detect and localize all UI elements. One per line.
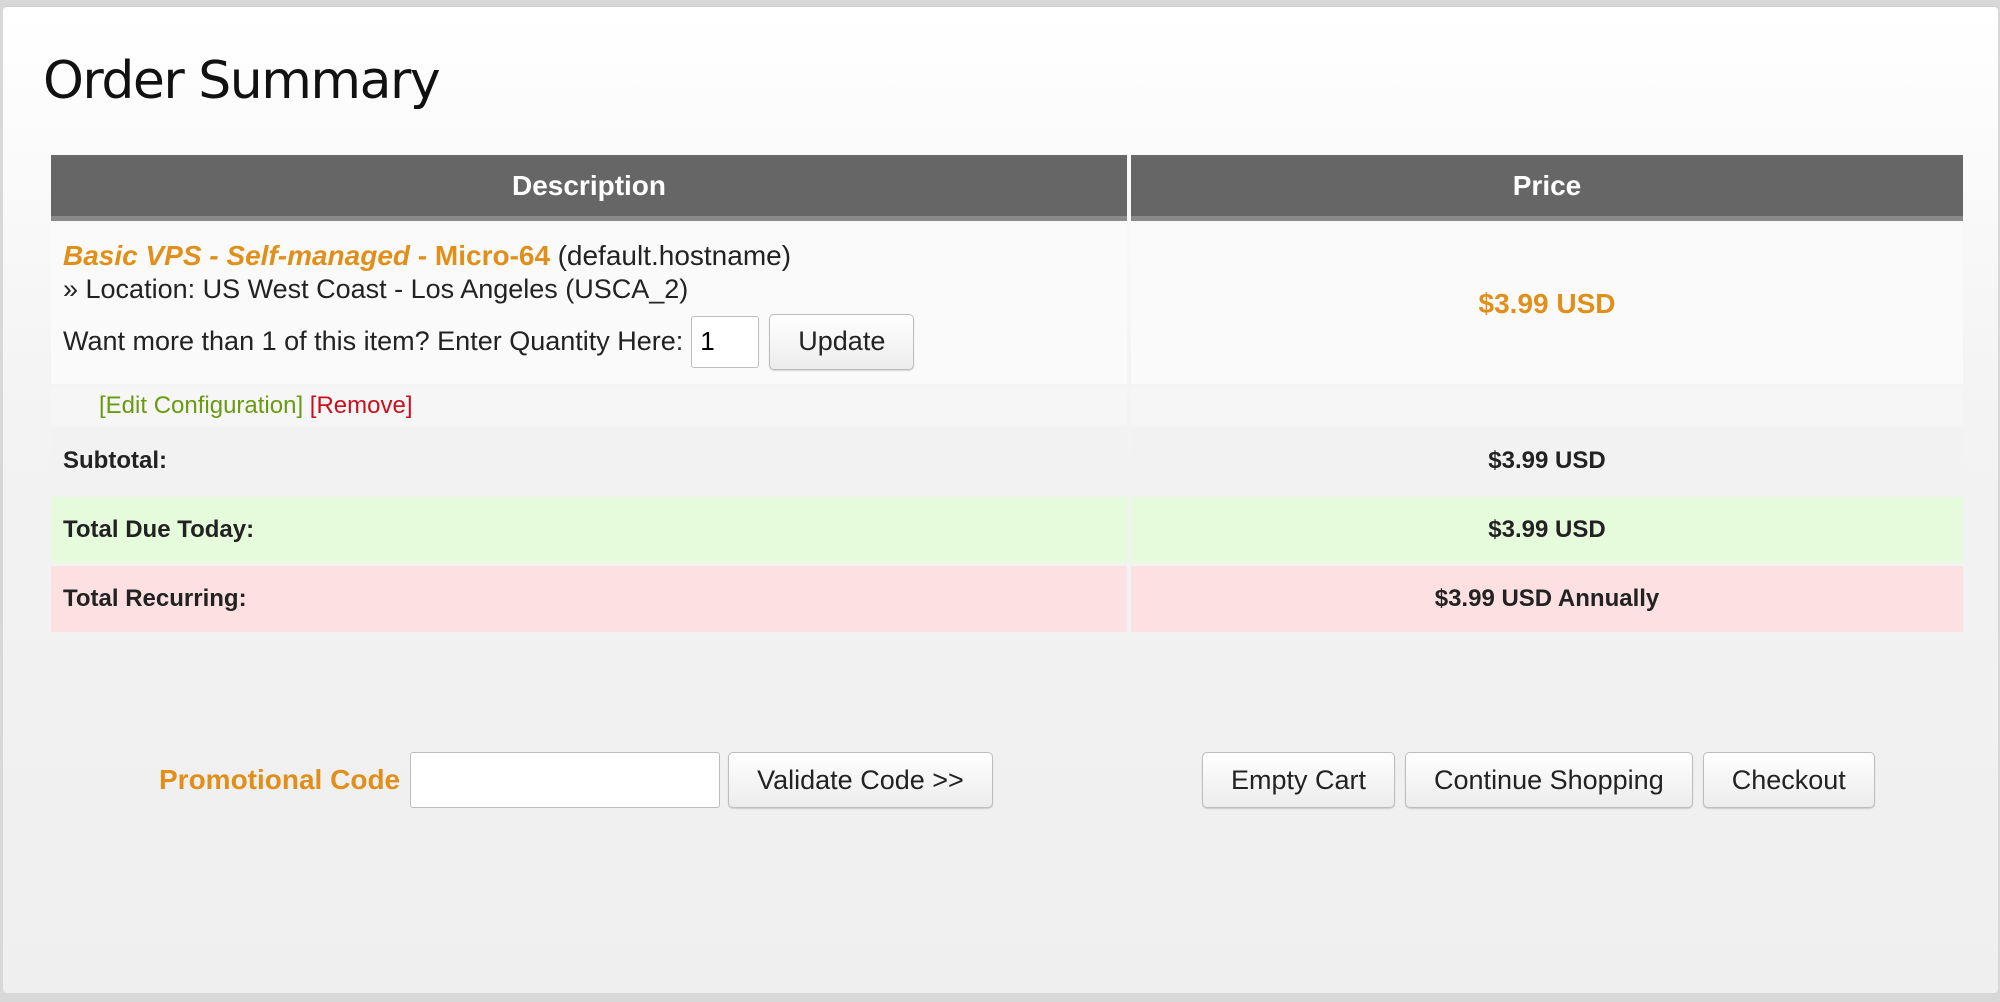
cart-action-buttons: Empty Cart Continue Shopping Checkout [1202,752,1875,808]
product-name-part2: Micro-64 [434,239,551,271]
promo-code-label: Promotional Code [159,764,401,795]
hostname: (default.hostname) [557,239,792,271]
total-due-label: Total Due Today: [51,497,1127,563]
item-actions-cell: [Edit Configuration] [Remove] [51,387,1127,425]
empty-actions-cell [1131,387,1963,425]
product-name-part1: Basic VPS - Self-managed [63,239,411,271]
table-row-total-recurring: Total Recurring: $3.99 USD Annually [51,566,1963,632]
product-name: Basic VPS - Self-managed - Micro-64 [63,240,550,271]
edit-configuration-link[interactable]: [Edit Configuration] [99,392,303,419]
total-due-value: $3.99 USD [1131,497,1963,563]
quantity-input[interactable] [691,315,760,368]
empty-cart-button[interactable]: Empty Cart [1202,752,1396,808]
page-title: Order Summary [43,51,441,111]
item-price-cell: $3.99 USD [1131,224,1963,384]
continue-shopping-button[interactable]: Continue Shopping [1405,752,1693,808]
table-row-total-due: Total Due Today: $3.99 USD [51,497,1963,563]
subtotal-value: $3.99 USD [1131,428,1963,494]
table-row-item: Basic VPS - Self-managed - Micro-64 (def… [51,224,1963,384]
validate-code-button[interactable]: Validate Code >> [728,752,993,808]
subtotal-label: Subtotal: [51,428,1127,494]
order-summary-panel: Order Summary Description Price Basic VP… [3,6,1998,993]
quantity-prompt: Want more than 1 of this item? Enter Qua… [63,326,684,356]
item-description-cell: Basic VPS - Self-managed - Micro-64 (def… [51,224,1127,384]
total-recurring-value: $3.99 USD Annually [1131,566,1963,632]
promo-code-area: Promotional Code Validate Code >> [159,752,993,808]
promo-code-input[interactable] [410,752,721,808]
total-recurring-label: Total Recurring: [51,566,1127,632]
item-price: $3.99 USD [1478,288,1616,319]
location-line: » Location: US West Coast - Los Angeles … [63,273,689,304]
table-row-subtotal: Subtotal: $3.99 USD [51,428,1963,494]
table-row-actions: [Edit Configuration] [Remove] [51,387,1963,425]
checkout-button[interactable]: Checkout [1702,752,1875,808]
order-table: Description Price Basic VPS - Self-manag… [47,152,1967,635]
remove-link[interactable]: [Remove] [310,392,413,419]
description-header: Description [51,155,1127,221]
product-name-separator: - [410,239,435,271]
table-header-row: Description Price [51,155,1963,221]
update-button[interactable]: Update [769,313,915,370]
price-header: Price [1131,155,1963,221]
